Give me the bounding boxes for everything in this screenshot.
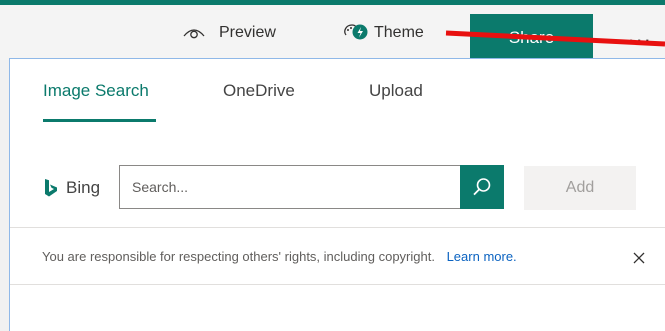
more-options-button[interactable]: ... [628,25,665,45]
divider [10,227,665,228]
bing-label: Bing [66,178,101,197]
eye-icon [183,29,205,39]
tab-upload[interactable]: Upload [369,81,423,101]
share-button[interactable]: Share [470,14,593,61]
background-strip [0,60,9,331]
selected-tab-indicator [43,119,156,122]
add-button: Add [524,166,636,210]
palette-icon [344,24,368,40]
tab-onedrive[interactable]: OneDrive [223,81,295,101]
close-notice-button[interactable] [630,249,648,267]
preview-label: Preview [219,24,276,41]
close-icon [633,252,645,264]
tab-image-search[interactable]: Image Search [43,81,149,101]
theme-label: Theme [374,24,424,41]
bing-logo: Bing [44,177,100,199]
search-button[interactable] [460,165,504,209]
search-input[interactable] [119,165,460,209]
learn-more-link[interactable]: Learn more. [447,249,517,264]
notice-text: You are responsible for respecting other… [42,249,435,264]
divider [10,284,665,285]
preview-button[interactable]: Preview [183,19,276,47]
image-picker-panel: Image Search OneDrive Upload Bing Add Yo… [9,58,665,331]
toolbar: Preview Theme Share ... [0,5,665,61]
theme-button[interactable]: Theme [342,19,424,47]
search-icon [473,178,491,196]
copyright-notice: You are responsible for respecting other… [42,249,517,264]
bing-icon [45,179,57,197]
